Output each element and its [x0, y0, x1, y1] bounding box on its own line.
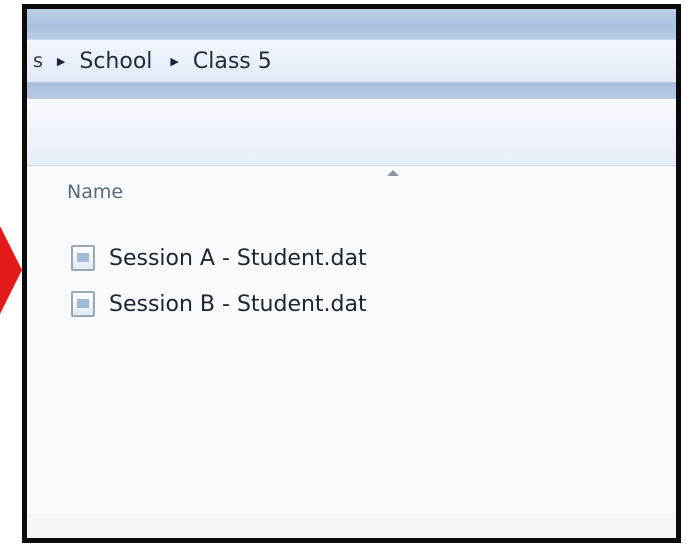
screenshot-stage: s ▶ School ▶ Class 5 Name Session A - St…: [0, 0, 687, 547]
document-icon: [71, 245, 95, 271]
toolbar: [27, 99, 676, 166]
breadcrumb-separator-icon[interactable]: ▶: [170, 55, 178, 68]
breadcrumb-class-5[interactable]: Class 5: [193, 49, 272, 74]
file-row[interactable]: Session B - Student.dat: [71, 281, 367, 327]
address-bar-bottom-band: [27, 83, 676, 99]
sort-arrow-icon[interactable]: [387, 170, 399, 176]
file-list: Session A - Student.dat Session B - Stud…: [71, 235, 367, 327]
explorer-window: s ▶ School ▶ Class 5 Name Session A - St…: [22, 4, 681, 543]
window-bottom-strip: [27, 514, 676, 538]
window-titlebar: [27, 9, 676, 39]
document-icon: [71, 291, 95, 317]
address-bar[interactable]: s ▶ School ▶ Class 5: [27, 39, 676, 83]
file-row[interactable]: Session A - Student.dat: [71, 235, 367, 281]
file-name: Session A - Student.dat: [109, 245, 367, 271]
breadcrumb-partial[interactable]: s: [33, 50, 43, 72]
red-pointer-arrow-icon: [0, 226, 22, 314]
breadcrumb-school[interactable]: School: [79, 49, 152, 74]
file-name: Session B - Student.dat: [109, 291, 367, 317]
column-header-name[interactable]: Name: [67, 181, 123, 203]
breadcrumb-separator-icon[interactable]: ▶: [57, 55, 65, 68]
